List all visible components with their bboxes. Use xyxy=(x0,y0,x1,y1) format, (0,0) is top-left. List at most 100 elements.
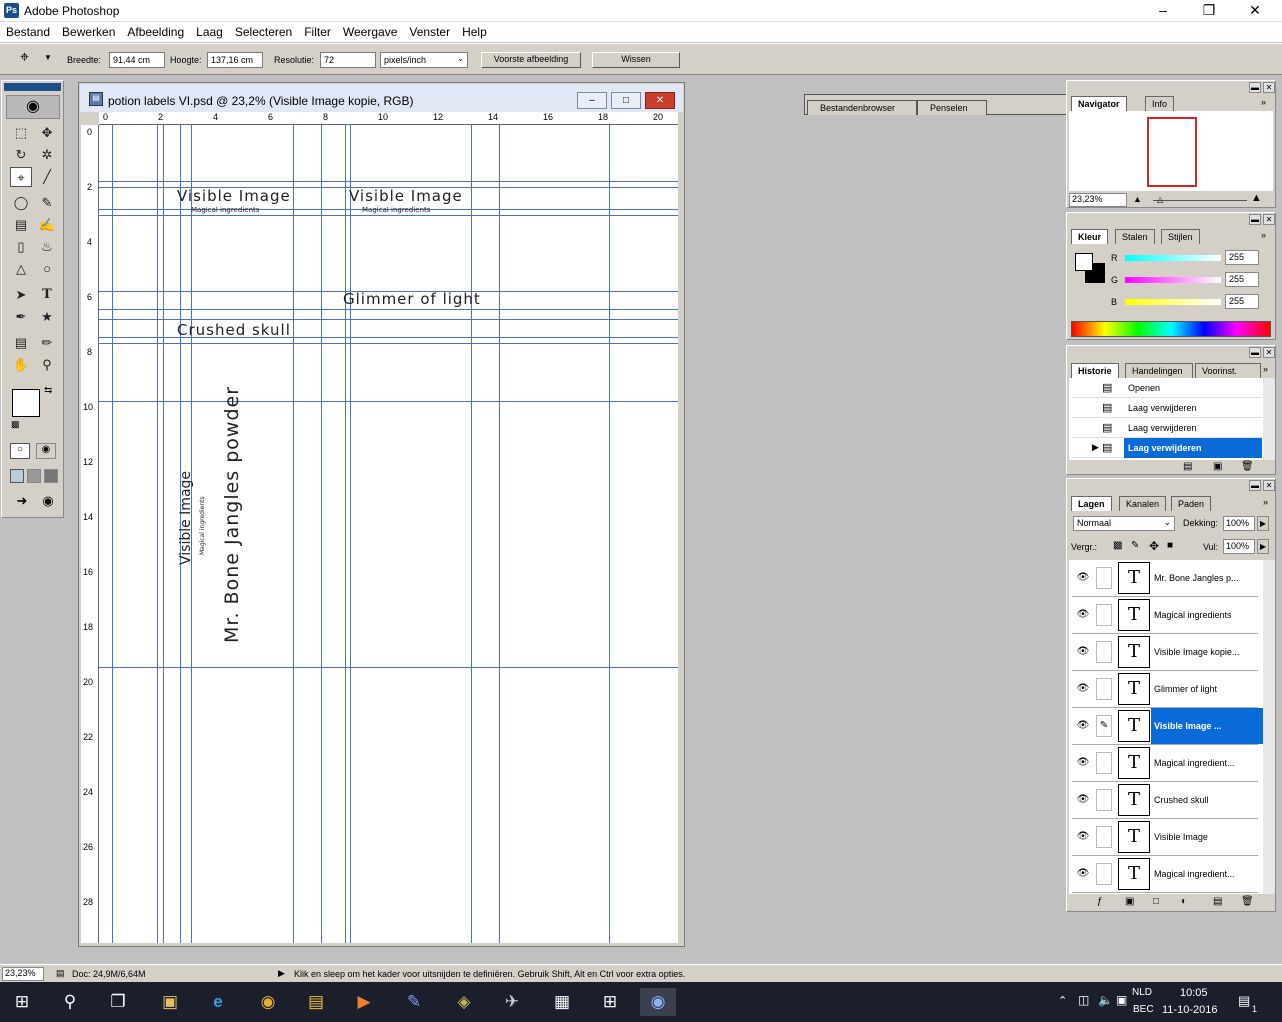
brush-icon[interactable]: ✎ xyxy=(36,193,58,213)
imageready-icon[interactable]: ◉ xyxy=(38,493,58,513)
lock-image-icon[interactable]: ✎ xyxy=(1131,540,1139,551)
document-minimize-button[interactable]: – xyxy=(577,92,607,109)
zoom-out-icon[interactable]: ▲ xyxy=(1133,194,1142,204)
menu-laag[interactable]: Laag xyxy=(190,22,229,39)
layer-name[interactable]: Visible Image xyxy=(1151,819,1268,855)
panel-menu-icon[interactable]: » xyxy=(1263,497,1268,507)
eye-icon[interactable]: 👁 xyxy=(1075,644,1091,660)
notifications-icon[interactable]: ▤ xyxy=(1238,993,1250,1009)
navigator-viewbox[interactable] xyxy=(1147,117,1197,187)
quick-mask-icon[interactable]: ◉ xyxy=(36,443,56,459)
history-brush-source-icon[interactable]: ▶ xyxy=(1092,442,1099,453)
history-item[interactable]: ▤ Laag verwijderen xyxy=(1072,418,1262,438)
link-slot[interactable] xyxy=(1096,641,1112,663)
tab-paths[interactable]: Paden xyxy=(1171,496,1212,511)
crop-icon[interactable]: ⌖ xyxy=(10,167,32,187)
layer-row[interactable]: 👁 T Magical ingredients xyxy=(1072,597,1258,634)
search-icon[interactable]: ⚲ xyxy=(52,988,88,1016)
red-slider[interactable] xyxy=(1125,255,1221,261)
jump-to-imageready-icon[interactable]: ➜ xyxy=(10,493,34,513)
paint-palette-icon[interactable]: ◈ xyxy=(446,988,482,1016)
fill-input[interactable]: 100% xyxy=(1223,539,1255,554)
eraser-icon[interactable]: ▯ xyxy=(10,237,32,257)
tab-channels[interactable]: Kanalen xyxy=(1119,496,1167,511)
lock-all-icon[interactable]: ■ xyxy=(1167,540,1173,551)
layer-row-selected[interactable]: 👁 ✎ T Visible Image ... xyxy=(1072,708,1268,745)
blur-icon[interactable]: △ xyxy=(10,259,32,279)
green-input[interactable]: 255 xyxy=(1225,272,1259,287)
close-window-button[interactable]: ✕ xyxy=(1232,0,1278,22)
panel-minimize-button[interactable]: ▬ xyxy=(1249,214,1261,225)
chat-icon[interactable]: ▣ xyxy=(1116,993,1127,1007)
navigator-preview[interactable] xyxy=(1069,111,1273,191)
tab-info[interactable]: Info xyxy=(1145,96,1175,111)
zoom-icon[interactable]: ⚲ xyxy=(36,355,58,375)
history-item-selected[interactable]: ▶ ▤ Laag verwijderen xyxy=(1072,438,1262,458)
lock-position-icon[interactable]: ✥ xyxy=(1149,539,1159,553)
eye-icon[interactable]: 👁 xyxy=(1075,718,1091,734)
document-close-button[interactable]: ✕ xyxy=(645,92,675,109)
standard-mode-icon[interactable]: ○ xyxy=(10,443,30,459)
eye-icon[interactable]: 👁 xyxy=(1075,829,1091,845)
store-icon[interactable]: ⊞ xyxy=(592,988,628,1016)
language-secondary[interactable]: BEC xyxy=(1133,1004,1154,1015)
panel-close-button[interactable]: ✕ xyxy=(1263,480,1275,491)
layer-row[interactable]: 👁 T Magical ingredient... xyxy=(1072,856,1258,893)
foreground-color-swatch[interactable] xyxy=(12,389,40,417)
link-slot[interactable] xyxy=(1096,826,1112,848)
panel-menu-icon[interactable]: » xyxy=(1261,97,1266,107)
width-input[interactable]: 91,44 cm xyxy=(109,52,165,68)
chevron-down-icon[interactable]: ▼ xyxy=(44,53,52,62)
menu-help[interactable]: Help xyxy=(456,22,493,39)
minimize-window-button[interactable]: – xyxy=(1140,0,1186,22)
type-icon[interactable]: T xyxy=(36,285,58,305)
menu-filter[interactable]: Filter xyxy=(298,22,337,39)
red-input[interactable]: 255 xyxy=(1225,250,1259,265)
paint-bucket-icon[interactable]: ♨ xyxy=(36,237,58,257)
blend-mode-select[interactable]: Normaal ⌄ xyxy=(1073,516,1175,531)
green-slider[interactable] xyxy=(1125,277,1221,283)
dodge-icon[interactable]: ○ xyxy=(36,259,58,279)
link-slot[interactable] xyxy=(1096,567,1112,589)
menu-venster[interactable]: Venster xyxy=(403,22,456,39)
zoom-slider[interactable] xyxy=(1153,200,1247,201)
file-explorer-app-icon[interactable]: ▣ xyxy=(152,988,188,1016)
clear-button[interactable]: Wissen xyxy=(592,52,680,68)
tab-navigator[interactable]: Navigator xyxy=(1071,96,1127,111)
folder-icon[interactable]: ▤ xyxy=(298,988,334,1016)
custom-shape-icon[interactable]: ★ xyxy=(36,307,58,327)
link-slot[interactable] xyxy=(1096,678,1112,700)
notes-icon[interactable]: ▤ xyxy=(10,333,32,353)
layer-name[interactable]: Visible Image kopie... xyxy=(1151,634,1268,670)
height-input[interactable]: 137,16 cm xyxy=(207,52,263,68)
tab-file-browser[interactable]: Bestandenbrowser xyxy=(807,100,917,115)
zoom-in-icon[interactable]: ▲ xyxy=(1251,192,1262,204)
layer-row[interactable]: 👁 T Visible Image xyxy=(1072,819,1258,856)
clock-date[interactable]: 11-10-2016 xyxy=(1162,1004,1217,1016)
panel-close-button[interactable]: ✕ xyxy=(1263,214,1275,225)
color-spectrum-bar[interactable] xyxy=(1071,321,1271,337)
trash-icon[interactable]: 🗑 xyxy=(1241,896,1254,907)
eye-icon[interactable]: 👁 xyxy=(1075,570,1091,586)
eyedropper-icon[interactable]: ✏ xyxy=(36,333,58,353)
history-brush-icon[interactable]: ✍ xyxy=(36,215,58,235)
layer-row[interactable]: 👁 T Mr. Bone Jangles p... xyxy=(1072,560,1258,597)
healing-brush-icon[interactable]: ◯ xyxy=(10,193,32,213)
calculator-icon[interactable]: ▦ xyxy=(544,988,580,1016)
layer-style-icon[interactable]: ƒ xyxy=(1097,896,1103,907)
layer-row[interactable]: 👁 T Magical ingredient... xyxy=(1072,745,1258,782)
panel-minimize-button[interactable]: ▬ xyxy=(1249,82,1261,93)
screen-mode-full-icon[interactable] xyxy=(44,469,58,483)
clone-stamp-icon[interactable]: ▤ xyxy=(10,215,32,235)
brush-icon[interactable]: ✎ xyxy=(1096,715,1112,737)
link-slot[interactable] xyxy=(1096,752,1112,774)
layer-name[interactable]: Magical ingredient... xyxy=(1151,856,1268,892)
clock-time[interactable]: 10:05 xyxy=(1180,987,1208,999)
adjustment-layer-icon[interactable]: ◐ xyxy=(1181,896,1187,907)
layer-name[interactable]: Crushed skull xyxy=(1151,782,1268,818)
media-player-icon[interactable]: ▶ xyxy=(346,988,382,1016)
history-item[interactable]: ▤ Laag verwijderen xyxy=(1072,398,1262,418)
layer-mask-icon[interactable]: ▣ xyxy=(1125,896,1134,907)
paint-app-icon[interactable]: ✎ xyxy=(396,988,432,1016)
network-icon[interactable]: ◫ xyxy=(1078,993,1089,1007)
